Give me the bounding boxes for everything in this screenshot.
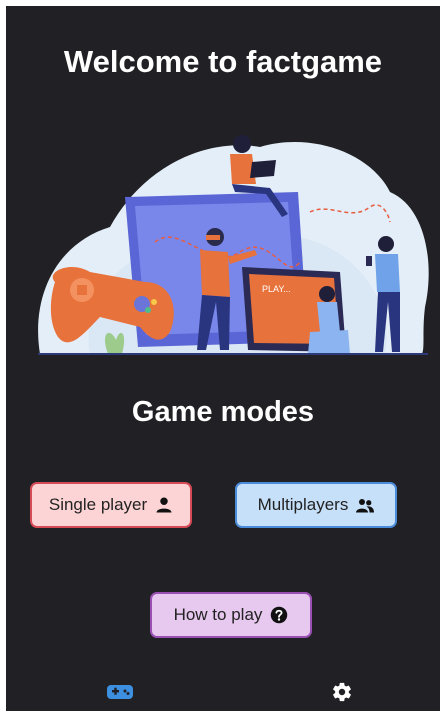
gamepad-icon: [107, 685, 133, 699]
page-title: Welcome to factgame: [63, 44, 383, 79]
tab-settings[interactable]: [328, 678, 356, 706]
multiplayers-label: Multiplayers: [257, 495, 349, 514]
multiplayers-button[interactable]: Multiplayers: [235, 482, 397, 528]
tab-game-modes[interactable]: [106, 678, 134, 706]
game-modes-heading: Game modes: [131, 396, 315, 428]
how-to-play-label: How to play: [173, 605, 263, 624]
person-icon: [156, 497, 172, 513]
hero-illustration: PLAY...: [38, 135, 429, 355]
app-screen: Welcome to factgame PLAY... Game modes S…: [6, 6, 440, 711]
people-icon: [356, 499, 375, 513]
single-player-button[interactable]: Single player: [30, 482, 192, 528]
single-player-label: Single player: [48, 495, 148, 514]
tablet-screen-text: PLAY...: [262, 284, 291, 294]
question-circle-icon: [271, 606, 288, 624]
how-to-play-button[interactable]: How to play: [150, 592, 312, 638]
gear-icon: [333, 682, 351, 702]
